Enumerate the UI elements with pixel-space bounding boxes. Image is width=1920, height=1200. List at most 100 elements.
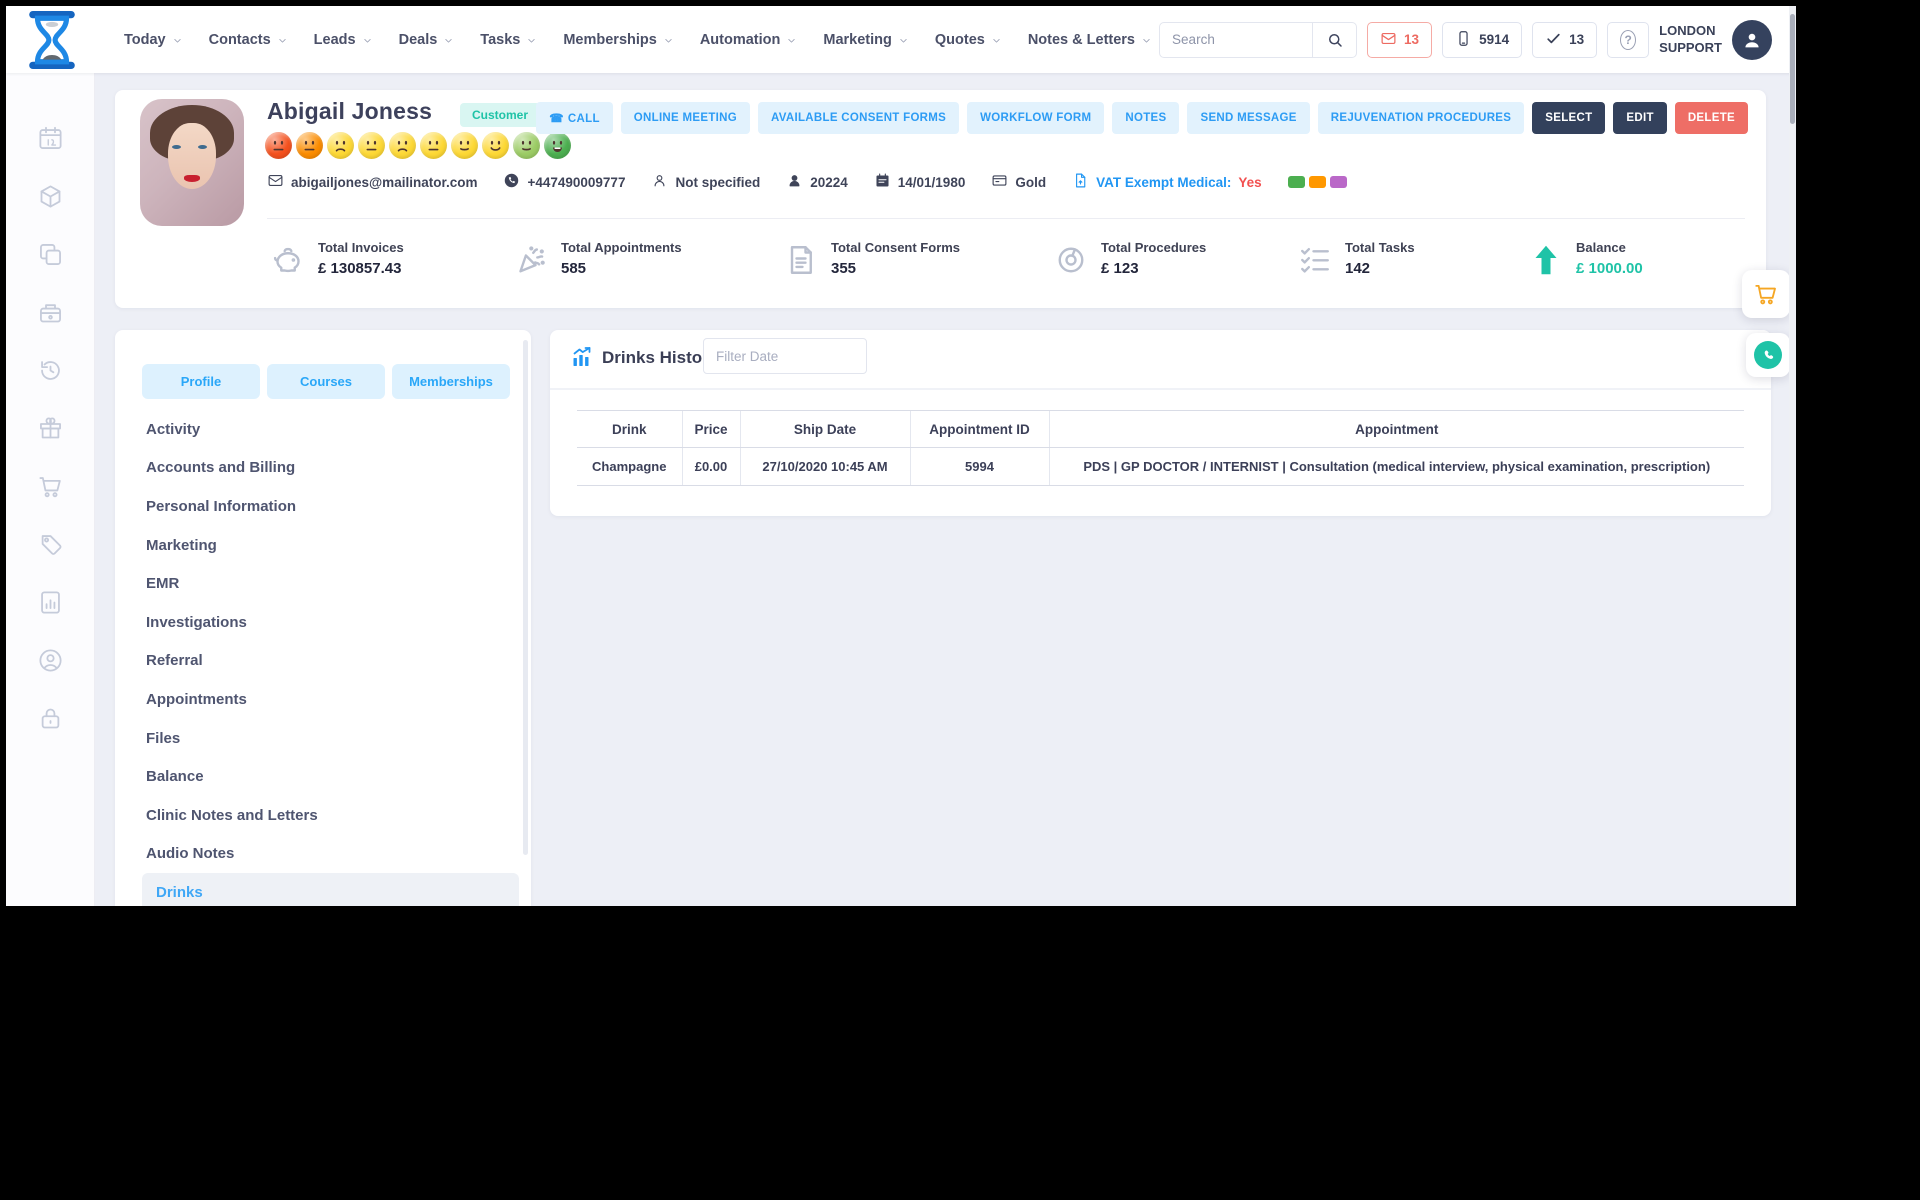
workflow-form-button[interactable]: WORKFLOW FORM [967,102,1105,134]
search-input[interactable] [1160,32,1313,47]
nav-item-marketing[interactable]: Marketing [823,32,910,48]
mood-4-face-icon[interactable] [358,132,385,159]
mood-2-face-icon[interactable] [296,132,323,159]
available-consent-forms-button[interactable]: AVAILABLE CONSENT FORMS [758,102,960,134]
menu-item-audio-notes[interactable]: Audio Notes [115,835,531,874]
nav-label: Deals [398,31,438,48]
menu-item-balance[interactable]: Balance [115,757,531,796]
mood-1-face-icon[interactable] [265,132,292,159]
nav-item-tasks[interactable]: Tasks [480,32,538,48]
till-icon[interactable] [37,299,64,326]
report-icon[interactable] [37,589,64,616]
lock-icon[interactable] [37,705,64,732]
nav-item-automation[interactable]: Automation [700,32,799,48]
drinks-history-card: Drinks History DrinkPriceShip DateAppoin… [550,330,1771,516]
drinks-table-row[interactable]: Champagne £0.00 27/10/2020 10:45 AM 5994 PDS… [577,447,1744,486]
history-icon[interactable] [37,357,64,384]
menu-item-referral[interactable]: Referral [115,642,531,681]
top-header: Today Contacts Leads Deals Tasks Memberships A… [6,6,1796,73]
tag-swatch-1[interactable] [1287,176,1305,188]
mood-5-face-icon[interactable] [389,132,416,159]
menu-item-appointments[interactable]: Appointments [115,680,531,719]
tab-profile[interactable]: Profile [142,364,260,399]
page-scrollbar-thumb[interactable] [1790,14,1795,124]
tasks-button[interactable]: 13 [1532,21,1598,58]
mail-notifications-button[interactable]: 13 [1367,21,1433,58]
nav-item-leads[interactable]: Leads [314,32,374,48]
nav-label: Memberships [563,31,657,48]
chevron-down-icon [276,34,289,47]
nav-item-deals[interactable]: Deals [399,32,456,48]
panel-scrollbar[interactable] [523,340,528,855]
mood-7-face-icon[interactable] [451,132,478,159]
menu-item-accounts-and-billing[interactable]: Accounts and Billing [115,449,531,488]
floating-call-button[interactable] [1746,333,1790,377]
nav-item-today[interactable]: Today [124,32,184,48]
page-scrollbar[interactable] [1789,6,1796,906]
nav-item-memberships[interactable]: Memberships [563,32,674,48]
client-profile-card: Abigail Joness Customer abigailjones@mai… [115,90,1766,308]
gift-icon[interactable] [37,415,64,442]
menu-item-files[interactable]: Files [115,719,531,758]
package-icon[interactable] [37,183,64,210]
account-name: LONDON SUPPORT [1659,22,1722,55]
nav-label: Notes & Letters [1027,31,1135,48]
tag-swatch-2[interactable] [1308,176,1326,188]
stat-label: Total Consent Forms [831,240,961,255]
floating-cart-button[interactable] [1742,270,1790,318]
edit-button[interactable]: EDIT [1613,102,1667,134]
client-name: Abigail Joness [267,98,433,124]
nav-item-quotes[interactable]: Quotes [935,32,1003,48]
tag-icon[interactable] [37,531,64,558]
delete-button[interactable]: DELETE [1674,102,1748,134]
menu-item-personal-information[interactable]: Personal Information [115,487,531,526]
contact-card: Gold [991,172,1046,192]
client-photo[interactable] [140,99,244,226]
menu-item-activity[interactable]: Activity [115,410,531,449]
contact-value: Gold [1015,174,1047,190]
menu-item-drinks[interactable]: Drinks [142,873,519,906]
tab-memberships[interactable]: Memberships [392,364,510,399]
menu-item-emr[interactable]: EMR [115,564,531,603]
check-icon [1545,30,1562,50]
contact-info-row: abigailjones@mailinator.com +447490009777… [267,172,1347,192]
chevron-down-icon [171,34,184,47]
online-meeting-button[interactable]: ONLINE MEETING [620,102,750,134]
contact-vat-exempt: VAT Exempt Medical: Yes [1072,172,1262,192]
search-box [1159,21,1358,58]
mood-10-face-icon[interactable] [544,132,571,159]
tag-swatch-3[interactable] [1329,176,1347,188]
sms-credits-button[interactable]: 5914 [1442,21,1523,58]
column-header-appointment-id: Appointment ID [909,410,1049,448]
stat-total-procedures: Total Procedures £ 123 [1053,240,1206,278]
mood-6-face-icon[interactable] [420,132,447,159]
send-message-button[interactable]: SEND MESSAGE [1187,102,1310,134]
contact-phone-circle: +447490009777 [503,172,625,192]
mood-9-face-icon[interactable] [513,132,540,159]
rejuvenation-procedures-button[interactable]: REJUVENATION PROCEDURES [1317,102,1525,134]
nav-label: Leads [313,31,356,48]
calendar-icon[interactable] [37,125,64,152]
tab-courses[interactable]: Courses [267,364,385,399]
search-icon[interactable] [1312,22,1356,57]
duplicate-icon[interactable] [37,241,64,268]
help-button[interactable]: ? [1607,21,1650,58]
chevron-down-icon [662,34,675,47]
column-header-price: Price [681,410,740,448]
user-avatar[interactable] [1732,19,1772,60]
mood-8-face-icon[interactable] [482,132,509,159]
cart-icon[interactable] [37,473,64,500]
filter-date-input[interactable] [703,338,867,374]
mail-badge-count: 13 [1404,32,1420,47]
mood-3-face-icon[interactable] [327,132,354,159]
menu-item-marketing[interactable]: Marketing [115,526,531,565]
menu-item-clinic-notes-and-letters[interactable]: Clinic Notes and Letters [115,796,531,835]
app-logo-hourglass-icon[interactable] [26,11,78,69]
nav-item-notes-letters[interactable]: Notes & Letters [1028,32,1153,48]
call-button[interactable]: ☎ CALL [536,102,613,134]
select-button[interactable]: SELECT [1532,102,1606,134]
account-icon[interactable] [37,647,64,674]
menu-item-investigations[interactable]: Investigations [115,603,531,642]
notes-button[interactable]: NOTES [1112,102,1180,134]
nav-item-contacts[interactable]: Contacts [209,32,289,48]
